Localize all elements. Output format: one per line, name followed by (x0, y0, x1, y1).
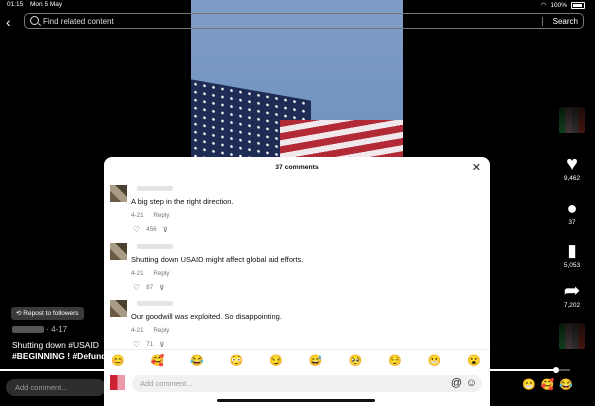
share-button[interactable]: ➦ 7,202 (556, 280, 588, 309)
comment-actions: ♡ 87 ⊽ (133, 283, 164, 292)
repost-button[interactable]: ⟲ Repost to followers (11, 307, 84, 320)
search-input[interactable]: Find related content (43, 17, 114, 26)
emoji-button[interactable]: 😌 (388, 354, 402, 367)
quick-emoji-bar: 😁 🥰 😂 (522, 378, 573, 391)
comment-meta: 4-21 Reply (131, 270, 177, 277)
comment-like-count: 456 (146, 226, 157, 233)
share-arrow-icon: ➦ (563, 280, 581, 302)
comment-text: A big step in the right direction. (131, 197, 234, 206)
mention-icon[interactable]: @ (451, 375, 462, 392)
reply-button[interactable]: Reply (153, 327, 169, 334)
caption-line-1: Shutting down #USAID (12, 340, 99, 350)
comment-like-count: 87 (146, 284, 154, 291)
battery-percent: 100% (550, 1, 567, 9)
post-date: · 4-17 (46, 325, 68, 334)
emoji-button[interactable]: 😳 (230, 354, 244, 367)
save-button[interactable]: ▮ 5,053 (556, 240, 588, 269)
emoji-button[interactable]: 😮 (467, 354, 481, 367)
comment-actions: ♡ 456 ⊽ (133, 225, 168, 234)
like-button[interactable]: ♥ 9,462 (556, 153, 588, 182)
emoji-button[interactable]: 😬 (428, 354, 442, 367)
commenter-avatar[interactable] (110, 300, 127, 317)
comment-input-placeholder: Add comment... (140, 379, 193, 388)
comment-input[interactable]: Add comment... @ ☺ (132, 375, 482, 392)
heart-icon: ♥ (566, 153, 578, 175)
emoji-button[interactable]: 😅 (309, 354, 323, 367)
commenter-name-blurred[interactable] (137, 244, 173, 249)
comments-title: 37 comments (275, 164, 319, 171)
emoji-icon[interactable]: ☺ (466, 375, 477, 392)
reply-button[interactable]: Reply (153, 212, 169, 219)
bookmark-icon: ▮ (567, 241, 577, 260)
comment-meta: 4-21 Reply (131, 327, 177, 334)
user-avatar (110, 375, 125, 390)
sound-disc[interactable] (556, 323, 588, 349)
search-button[interactable]: Search (553, 17, 578, 26)
commenter-avatar[interactable] (110, 243, 127, 260)
like-count: 9,462 (563, 175, 581, 182)
caption-line-2: #BEGINNING ! #Defund (12, 351, 107, 361)
comment-count: 37 (568, 219, 576, 226)
caption[interactable]: Shutting down #USAID #BEGINNING ! #Defun… (12, 340, 112, 362)
back-button[interactable]: ‹ (6, 14, 11, 30)
commenter-avatar[interactable] (110, 185, 127, 202)
emoji-button[interactable]: 😊 (111, 354, 125, 367)
comment-button[interactable]: ● 37 (556, 197, 588, 226)
dislike-icon[interactable]: ⊽ (159, 341, 164, 349)
save-count: 5,053 (563, 262, 581, 269)
heart-outline-icon[interactable]: ♡ (133, 225, 140, 234)
comment-date: 4-21 (131, 212, 144, 219)
commenter-name-blurred[interactable] (137, 186, 173, 191)
dislike-icon[interactable]: ⊽ (163, 226, 168, 234)
divider (104, 349, 490, 350)
wifi-icon: ◠ (540, 2, 547, 9)
comment-actions: ♡ 71 ⊽ (133, 340, 164, 349)
progress-handle[interactable] (552, 367, 559, 373)
share-count: 7,202 (563, 302, 581, 309)
comment-date: 4-21 (131, 327, 144, 334)
emoji-button[interactable]: 🥺 (348, 354, 362, 367)
status-date: Mon 5 May (30, 1, 63, 8)
author-name-blurred[interactable] (12, 326, 44, 334)
dislike-icon[interactable]: ⊽ (159, 284, 164, 292)
commenter-name-blurred[interactable] (137, 301, 173, 306)
heart-outline-icon[interactable]: ♡ (133, 340, 140, 349)
add-comment-field[interactable]: Add comment... (6, 379, 106, 396)
author-line: · 4-17 (12, 325, 67, 334)
emoji-button[interactable]: 🥰 (151, 354, 165, 367)
comment-text: Our goodwill was exploited. So disappoin… (131, 312, 282, 321)
quick-emoji[interactable]: 😂 (559, 378, 573, 391)
battery-icon (571, 1, 585, 9)
search-icon (30, 16, 39, 25)
comment-text: Shutting down USAID might affect global … (131, 255, 304, 264)
creator-avatar[interactable] (556, 107, 588, 133)
status-right: ◠ 100% (541, 1, 585, 9)
comment-like-count: 71 (146, 341, 154, 348)
emoji-button[interactable]: 😂 (190, 354, 204, 367)
heart-outline-icon[interactable]: ♡ (133, 283, 140, 292)
close-icon[interactable]: ✕ (472, 161, 481, 174)
reply-button[interactable]: Reply (153, 270, 169, 277)
search-bar[interactable]: Find related content Search (24, 13, 584, 29)
comments-sheet: 37 comments ✕ A big step in the right di… (104, 157, 490, 406)
repost-label: Repost to followers (23, 310, 79, 317)
emoji-button[interactable]: 😏 (269, 354, 283, 367)
comment-date: 4-21 (131, 270, 144, 277)
home-indicator (217, 399, 375, 402)
comment-meta: 4-21 Reply (131, 212, 177, 219)
search-divider (542, 17, 543, 26)
emoji-picker-row: 😊 🥰 😂 😳 😏 😅 🥺 😌 😬 😮 (111, 354, 481, 367)
quick-emoji[interactable]: 🥰 (541, 378, 555, 391)
comment-bubble-icon: ● (566, 198, 578, 218)
quick-emoji[interactable]: 😁 (522, 378, 536, 391)
status-time: 01:15 (7, 1, 24, 8)
